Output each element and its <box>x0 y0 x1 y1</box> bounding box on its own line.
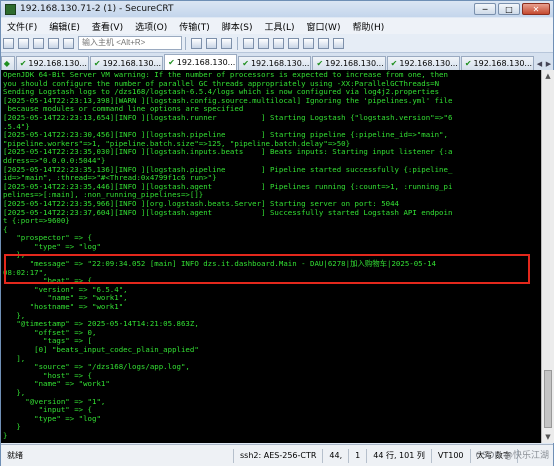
title-bar: 192.168.130.71-2 (1) - SecureCRT ─ □ ✕ <box>1 1 553 17</box>
tab-scroll-left-icon[interactable]: ◀ <box>535 58 544 70</box>
connect-icon[interactable] <box>3 37 14 49</box>
connect-tab-icon[interactable] <box>33 37 44 49</box>
toolbar-divider <box>237 36 238 50</box>
quick-connect-icon[interactable] <box>18 37 29 49</box>
keymap-icon[interactable] <box>303 37 314 49</box>
session-tab[interactable]: ✔ 192.168.130... <box>312 56 386 70</box>
menu-window[interactable]: 窗口(W) <box>301 20 347 33</box>
settings-icon[interactable] <box>258 37 269 49</box>
scroll-up-icon[interactable]: ▲ <box>543 71 553 81</box>
connected-check-icon: ✔ <box>464 59 472 68</box>
terminal-output[interactable]: OpenJDK 64-Bit Server VM warning: If the… <box>1 70 541 443</box>
session-manager-tab[interactable]: ◆ <box>1 56 15 70</box>
message-highlight-box <box>4 254 530 284</box>
watermark: CSDN @快乐江湖 <box>475 451 549 461</box>
vertical-scrollbar[interactable]: ▲ ▼ <box>541 70 554 443</box>
session-tab[interactable]: ✔ 192.168.130... <box>15 56 89 70</box>
find-icon[interactable] <box>221 37 232 49</box>
help-icon[interactable] <box>333 37 344 49</box>
close-button[interactable]: ✕ <box>522 3 550 15</box>
menu-script[interactable]: 脚本(S) <box>216 20 259 33</box>
toolbar <box>1 34 553 53</box>
status-col: 1 <box>349 448 368 463</box>
menu-transfer[interactable]: 传输(T) <box>173 20 216 33</box>
menu-tools[interactable]: 工具(L) <box>259 20 301 33</box>
scrollbar-thumb[interactable] <box>544 370 552 428</box>
status-row: 44, <box>323 448 350 463</box>
menu-file[interactable]: 文件(F) <box>1 20 43 33</box>
minimize-button[interactable]: ─ <box>474 3 496 15</box>
menu-bar: 文件(F) 编辑(E) 查看(V) 选项(O) 传输(T) 脚本(S) 工具(L… <box>1 18 553 34</box>
paste-icon[interactable] <box>206 37 217 49</box>
session-tabs: ◆ ✔ 192.168.130... ✔ 192.168.130... ✔ 192.1… <box>1 53 553 70</box>
session-tab[interactable]: ✔ 192.168.130... <box>238 56 312 70</box>
status-session: ssh2: AES-256-CTR <box>234 448 324 463</box>
print-icon[interactable] <box>243 37 254 49</box>
disconnect-icon[interactable] <box>63 37 74 49</box>
script-icon[interactable] <box>318 37 329 49</box>
tab-scroll-right-icon[interactable]: ▶ <box>544 58 553 70</box>
session-tab[interactable]: ✔ 192.168.130... <box>460 56 534 70</box>
connected-check-icon: ✔ <box>242 59 249 68</box>
connected-check-icon: ✔ <box>168 58 175 67</box>
sftp-icon[interactable] <box>288 37 299 49</box>
copy-icon[interactable] <box>191 37 202 49</box>
connected-check-icon: ✔ <box>93 59 101 68</box>
host-input[interactable] <box>78 36 182 50</box>
session-tab[interactable]: ✔ 192.168.130... <box>386 56 460 70</box>
scroll-down-icon[interactable]: ▼ <box>543 432 553 442</box>
connected-check-icon: ✔ <box>316 59 324 68</box>
maximize-button[interactable]: □ <box>498 3 520 15</box>
securecrt-app-icon <box>5 3 16 15</box>
connected-check-icon: ✔ <box>390 59 398 68</box>
connected-check-icon: ✔ <box>19 59 27 68</box>
status-size: 44 行, 101 列 <box>367 448 432 463</box>
global-options-icon[interactable] <box>273 37 284 49</box>
status-bar: 就绪 ssh2: AES-256-CTR 44, 1 44 行, 101 列 V… <box>1 444 553 466</box>
status-term: VT100 <box>432 448 471 463</box>
menu-help[interactable]: 帮助(H) <box>346 20 390 33</box>
securecrt-window: 192.168.130.71-2 (1) - SecureCRT ─ □ ✕ 文… <box>0 0 554 466</box>
menu-edit[interactable]: 编辑(E) <box>43 20 86 33</box>
menu-options[interactable]: 选项(O) <box>129 20 173 33</box>
menu-view[interactable]: 查看(V) <box>86 20 129 33</box>
status-ready: 就绪 <box>1 448 234 463</box>
session-tab-active[interactable]: ✔ 192.168.130... <box>164 54 238 70</box>
reconnect-icon[interactable] <box>48 37 59 49</box>
window-title: 192.168.130.71-2 (1) - SecureCRT <box>20 4 174 14</box>
toolbar-divider <box>185 36 186 50</box>
session-tab[interactable]: ✔ 192.168.130... <box>89 56 164 70</box>
